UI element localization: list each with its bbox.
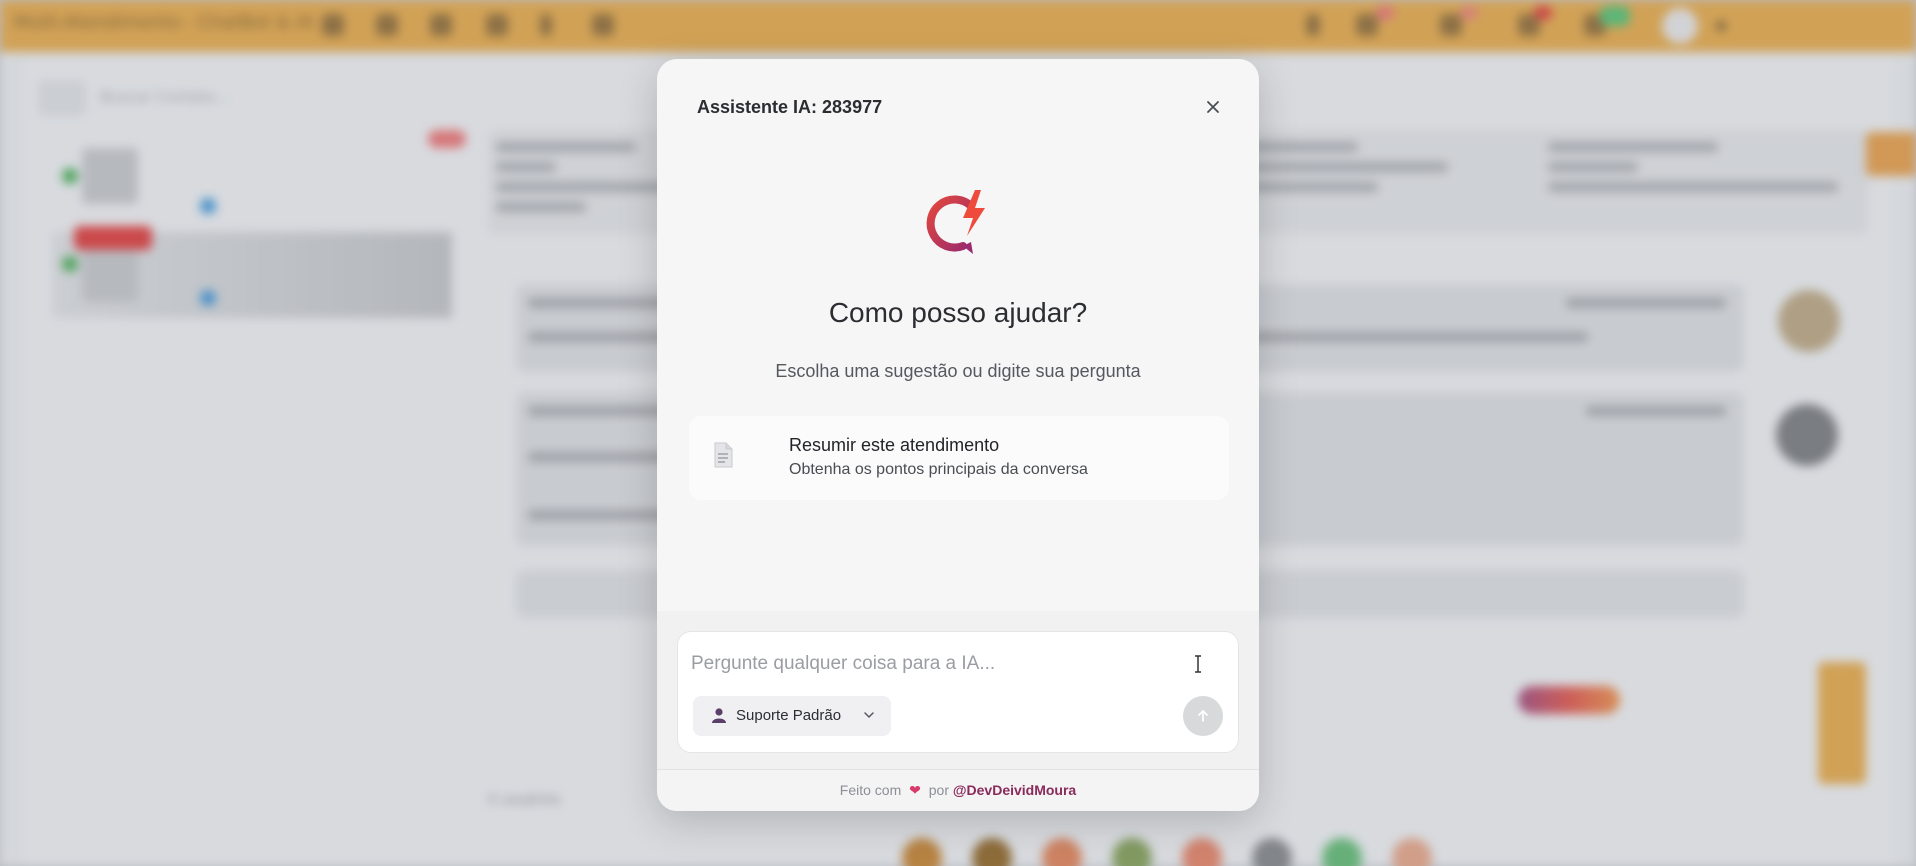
close-button[interactable] (1197, 91, 1229, 123)
arrow-up-icon (1198, 709, 1208, 722)
close-icon (1207, 101, 1219, 113)
modal-title: Assistente IA: 283977 (697, 97, 883, 117)
question-input[interactable] (691, 644, 1171, 684)
send-button[interactable] (1183, 696, 1223, 736)
user-icon (712, 708, 726, 723)
heart-icon: ❤ (909, 782, 921, 798)
chevron-down-icon (864, 712, 874, 719)
suggestion-summarize[interactable]: Resumir este atendimento Obtenha os pont… (689, 416, 1229, 500)
suggestion-title: Resumir este atendimento (789, 435, 1000, 455)
ai-assistant-modal: Assistente IA: 283977 Como posso ajudar?… (657, 59, 1259, 811)
suggestion-description: Obtenha os pontos principais da conversa (789, 461, 1088, 478)
profile-select-value: Suporte Padrão (736, 707, 842, 724)
profile-select[interactable]: Suporte Padrão (693, 696, 891, 736)
author-link[interactable]: @DevDeividMoura (953, 782, 1076, 798)
modal-footer: Feito com ❤ por @DevDeividMoura (657, 769, 1259, 811)
ai-lightning-logo-icon (926, 190, 985, 254)
by-text: por (928, 782, 949, 798)
modal-subheading: Escolha uma sugestão ou digite sua pergu… (775, 361, 1141, 381)
text-cursor-icon (1195, 655, 1201, 673)
modal-heading: Como posso ajudar? (828, 297, 1088, 328)
document-icon (714, 442, 733, 468)
made-with-text: Feito com (839, 782, 902, 798)
